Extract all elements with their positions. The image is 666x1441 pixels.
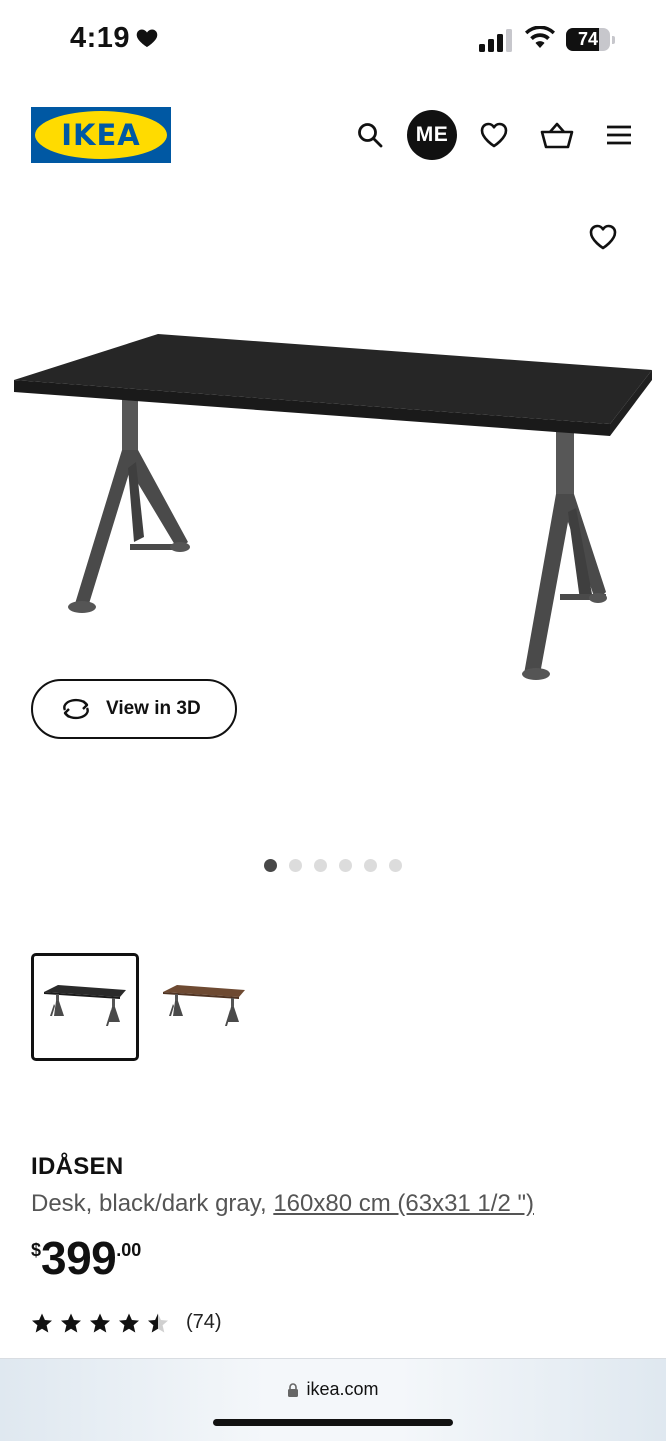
star-icon bbox=[148, 1313, 168, 1332]
home-indicator[interactable] bbox=[213, 1419, 453, 1426]
price-currency: $ bbox=[31, 1240, 42, 1260]
product-image[interactable] bbox=[10, 322, 656, 690]
url-text: ikea.com bbox=[306, 1379, 379, 1399]
star-icon bbox=[119, 1313, 139, 1332]
carousel-dot[interactable] bbox=[289, 859, 302, 872]
browser-url[interactable]: ikea.com bbox=[0, 1379, 666, 1400]
wifi-icon bbox=[525, 26, 555, 48]
image-carousel-dots bbox=[264, 859, 402, 872]
rotate-3d-icon bbox=[63, 698, 89, 720]
menu-button[interactable] bbox=[599, 115, 639, 155]
price-decimal: .00 bbox=[116, 1240, 142, 1260]
product-price: $ 399 .00 bbox=[31, 1232, 141, 1284]
carousel-dot[interactable] bbox=[314, 859, 327, 872]
variant-thumbnail-brown[interactable] bbox=[150, 953, 258, 1061]
review-count[interactable]: (74) bbox=[186, 1311, 222, 1334]
product-type-text: Desk, black/dark gray, bbox=[31, 1190, 267, 1217]
view-in-3d-label: View in 3D bbox=[106, 698, 201, 719]
add-to-wishlist-button[interactable] bbox=[582, 216, 624, 258]
price-integer: 399 bbox=[41, 1232, 117, 1284]
heart-outline-icon bbox=[589, 224, 617, 250]
menu-icon bbox=[607, 125, 631, 145]
desk-thumbnail-image bbox=[44, 985, 126, 1026]
variant-thumbnail-black[interactable] bbox=[31, 953, 139, 1061]
cart-icon bbox=[540, 122, 574, 149]
product-name: IDÅSEN bbox=[31, 1153, 124, 1180]
svg-text:IKEA: IKEA bbox=[61, 118, 141, 152]
lock-icon bbox=[288, 1382, 299, 1397]
star-icon bbox=[61, 1313, 81, 1332]
battery-level: 74 bbox=[577, 29, 599, 49]
product-rating[interactable]: (74) bbox=[31, 1311, 222, 1334]
search-button[interactable] bbox=[350, 115, 390, 155]
wishlist-button[interactable] bbox=[474, 115, 514, 155]
status-time: 4:19 bbox=[70, 22, 131, 54]
carousel-dot[interactable] bbox=[264, 859, 277, 872]
cellular-signal-icon bbox=[479, 29, 512, 52]
carousel-dot[interactable] bbox=[364, 859, 377, 872]
cart-button[interactable] bbox=[537, 115, 577, 155]
star-icon bbox=[90, 1313, 110, 1332]
desk-thumbnail-image bbox=[163, 985, 245, 1026]
view-in-3d-button[interactable]: View in 3D bbox=[31, 679, 237, 739]
product-description: Desk, black/dark gray, 160x80 cm (63x31 … bbox=[31, 1190, 534, 1218]
star-icon bbox=[32, 1313, 52, 1332]
product-dimensions-link[interactable]: 160x80 cm (63x31 1/2 ") bbox=[273, 1190, 534, 1217]
heart-icon bbox=[136, 29, 158, 47]
rating-stars bbox=[31, 1312, 176, 1334]
carousel-dot[interactable] bbox=[339, 859, 352, 872]
carousel-dot[interactable] bbox=[389, 859, 402, 872]
account-avatar-button[interactable]: ME bbox=[407, 110, 457, 160]
wishlist-icon bbox=[480, 122, 508, 148]
battery-icon: 74 bbox=[566, 28, 616, 52]
ikea-logo[interactable]: IKEA bbox=[31, 107, 171, 163]
search-icon bbox=[358, 123, 383, 148]
